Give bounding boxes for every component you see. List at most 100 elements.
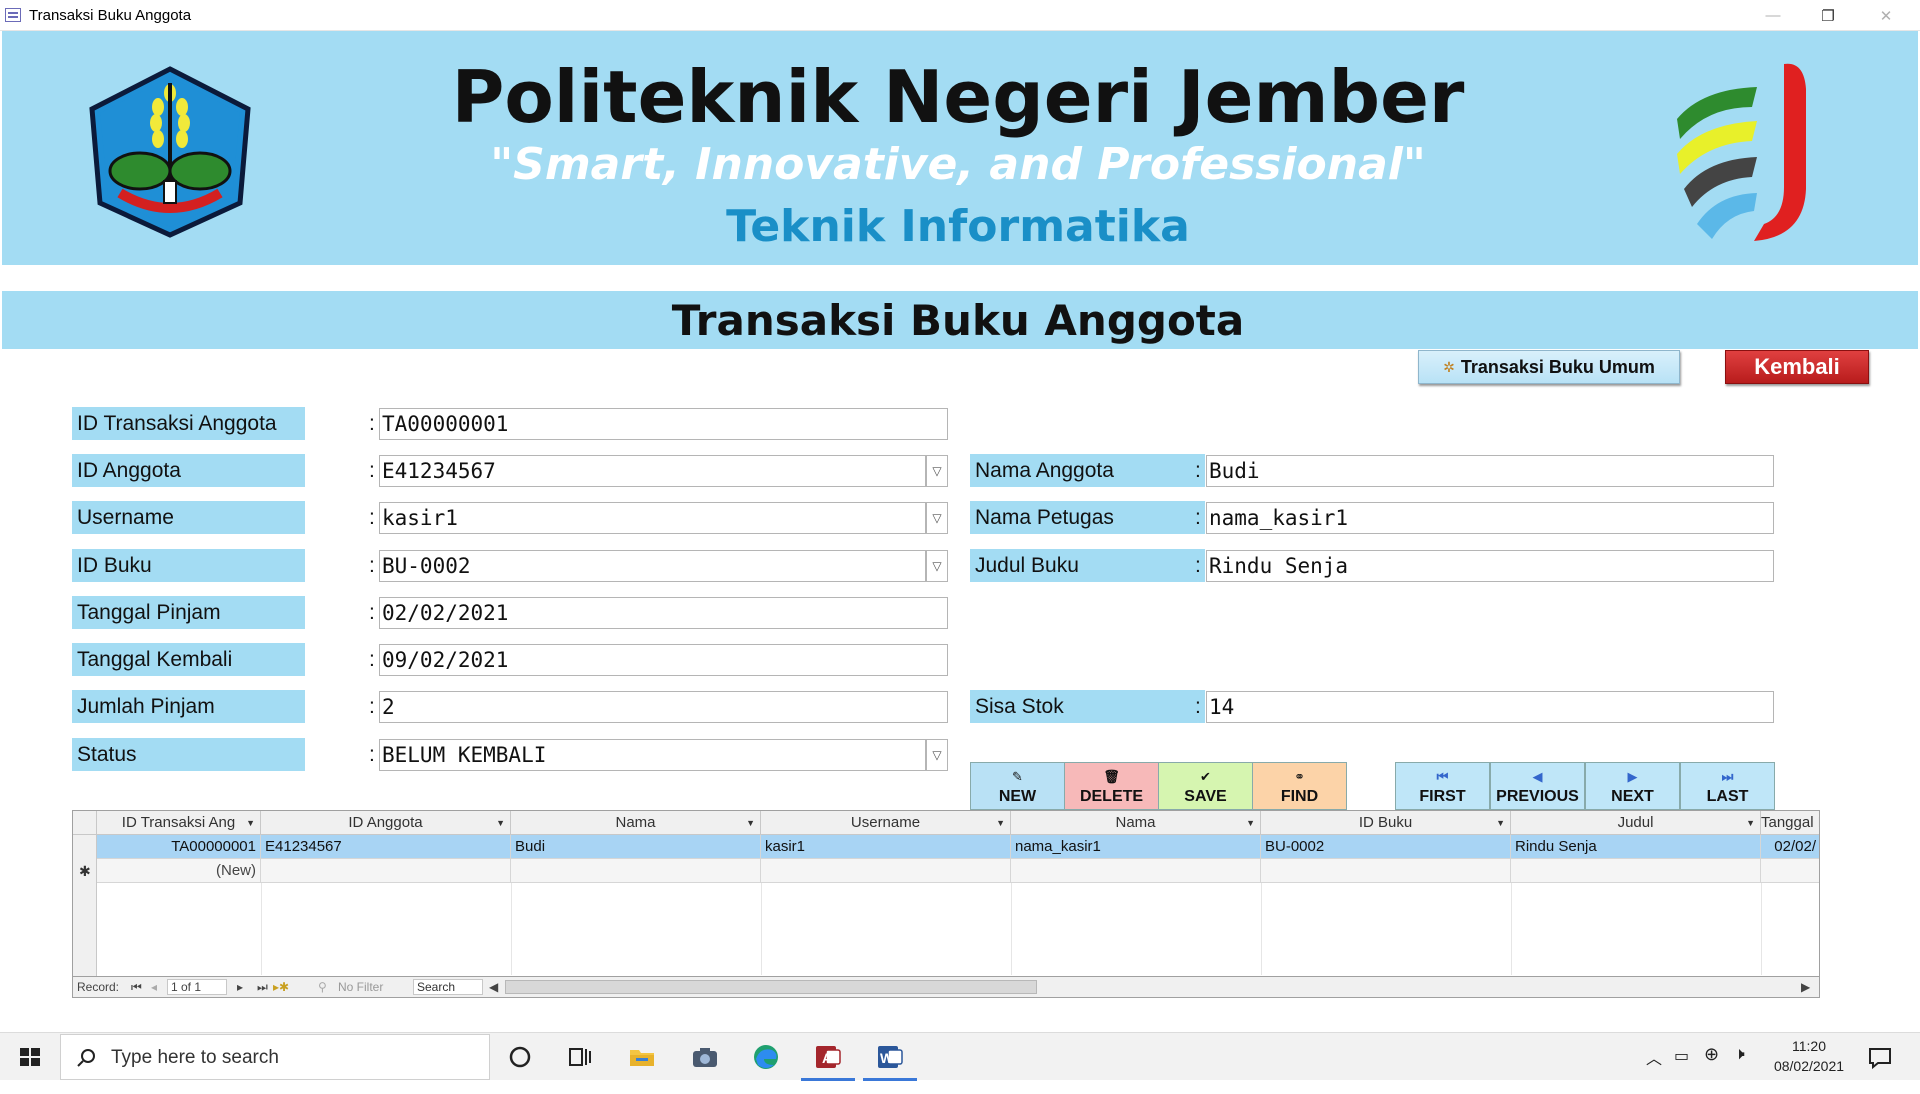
chevron-down-icon[interactable]: ▽	[926, 502, 948, 534]
show-hidden-icons-chevron-icon[interactable]: ︿	[1646, 1045, 1662, 1093]
windows-start-icon[interactable]	[14, 1041, 46, 1073]
id-anggota-combobox[interactable]: E41234567	[379, 455, 926, 487]
first-record-button[interactable]: ⏮ FIRST	[1395, 762, 1490, 810]
volume-icon[interactable]: 🕨	[1734, 1044, 1745, 1092]
transaction-datasheet[interactable]: ID Transaksi Ang ▼ ID Anggota ▼ Nama ▼ User…	[72, 810, 1820, 998]
column-header[interactable]: Username ▼	[761, 811, 1011, 835]
save-button[interactable]: ✔ SAVE	[1158, 762, 1253, 810]
new-record-icon[interactable]: ▸✱	[273, 980, 289, 994]
tanggal-pinjam-input[interactable]: 02/02/2021	[379, 597, 948, 629]
next-record-button[interactable]: ▶ NEXT	[1585, 762, 1680, 810]
table-cell[interactable]	[1011, 859, 1261, 883]
judul-buku-output[interactable]: Rindu Senja	[1206, 550, 1774, 582]
chevron-down-icon[interactable]: ▽	[926, 550, 948, 582]
last-record-button[interactable]: ⏭ LAST	[1680, 762, 1775, 810]
previous-record-icon[interactable]: ◂	[151, 980, 157, 994]
page-title: Transaksi Buku Anggota	[671, 296, 1245, 345]
chevron-down-icon[interactable]: ▼	[1496, 811, 1505, 835]
column-header[interactable]: ID Buku ▼	[1261, 811, 1511, 835]
next-icon: ▶	[1627, 769, 1638, 784]
scroll-right-icon[interactable]: ▶	[1801, 980, 1810, 994]
table-cell[interactable]	[1261, 859, 1511, 883]
select-all-corner[interactable]	[73, 811, 97, 835]
kembali-button[interactable]: Kembali	[1725, 350, 1869, 384]
file-explorer-icon[interactable]	[626, 1041, 658, 1073]
table-cell[interactable]	[511, 859, 761, 883]
current-record-input[interactable]: 1 of 1	[167, 979, 227, 995]
table-cell[interactable]	[1761, 859, 1819, 883]
chevron-down-icon[interactable]: ▽	[926, 739, 948, 771]
table-cell[interactable]: Budi	[511, 835, 761, 859]
chevron-down-icon[interactable]: ▽	[926, 455, 948, 487]
next-record-icon[interactable]: ▸	[237, 980, 243, 994]
table-cell[interactable]	[1511, 859, 1761, 883]
access-app-icon[interactable]: A	[812, 1041, 844, 1073]
last-record-icon[interactable]: ⏭	[257, 980, 268, 995]
binoculars-icon: ⚭	[1294, 769, 1305, 784]
transaksi-buku-umum-button[interactable]: ✲ Transaksi Buku Umum	[1418, 350, 1680, 384]
network-globe-icon[interactable]: ⊕	[1704, 1044, 1719, 1092]
nama-petugas-output[interactable]: nama_kasir1	[1206, 502, 1774, 534]
previous-record-button[interactable]: ◀ PREVIOUS	[1490, 762, 1585, 810]
table-cell[interactable]: TA00000001	[97, 835, 261, 859]
chevron-down-icon[interactable]: ▼	[1246, 811, 1255, 835]
clock[interactable]: 11:20 08/02/2021	[1764, 1033, 1854, 1081]
scroll-left-icon[interactable]: ◀	[489, 980, 498, 994]
chevron-down-icon[interactable]: ▼	[746, 811, 755, 835]
delete-label: DELETE	[1079, 788, 1144, 805]
nama-anggota-output[interactable]: Budi	[1206, 455, 1774, 487]
table-cell[interactable]: 02/02/	[1761, 835, 1819, 859]
camera-icon[interactable]	[689, 1041, 721, 1073]
table-cell[interactable]: BU-0002	[1261, 835, 1511, 859]
first-record-icon[interactable]: ⏮	[131, 980, 142, 995]
delete-button[interactable]: 🗑 DELETE	[1064, 762, 1159, 810]
cortana-icon[interactable]	[504, 1041, 536, 1073]
table-row[interactable]: TA00000001 E41234567 Budi kasir1 nama_ka…	[97, 835, 1819, 859]
id-transaksi-anggota-input[interactable]: TA00000001	[379, 408, 948, 440]
horizontal-scrollbar-thumb[interactable]	[505, 980, 1037, 994]
chevron-down-icon[interactable]: ▼	[996, 811, 1005, 835]
filter-status[interactable]: No Filter	[338, 980, 383, 994]
notification-center-icon[interactable]	[1864, 1041, 1896, 1073]
column-header[interactable]: ID Anggota ▼	[261, 811, 511, 835]
svg-text:W: W	[880, 1050, 894, 1066]
restore-button[interactable]: ❐	[1800, 0, 1856, 31]
clock-time: 11:20	[1792, 1038, 1826, 1054]
table-cell[interactable]	[261, 859, 511, 883]
field-colon: :	[369, 648, 375, 671]
column-header[interactable]: Nama ▼	[1011, 811, 1261, 835]
search-input[interactable]: Search	[413, 979, 483, 995]
column-header[interactable]: ID Transaksi Ang ▼	[97, 811, 261, 835]
tanggal-kembali-input[interactable]: 09/02/2021	[379, 644, 948, 676]
id-buku-combobox[interactable]: BU-0002	[379, 550, 926, 582]
column-header[interactable]: Tanggal Pir	[1761, 811, 1819, 835]
table-cell[interactable]: E41234567	[261, 835, 511, 859]
new-record-row[interactable]: (New)	[97, 859, 1819, 883]
table-cell[interactable]	[761, 859, 1011, 883]
battery-icon[interactable]: ▭	[1674, 1046, 1689, 1094]
table-cell[interactable]: Rindu Senja	[1511, 835, 1761, 859]
table-cell[interactable]: (New)	[97, 859, 261, 883]
chevron-down-icon[interactable]: ▼	[1746, 811, 1755, 835]
task-view-icon[interactable]	[564, 1041, 596, 1073]
close-button[interactable]: ✕	[1858, 0, 1914, 31]
column-header[interactable]: Judul ▼	[1511, 811, 1761, 835]
jumlah-pinjam-input[interactable]: 2	[379, 691, 948, 723]
column-header[interactable]: Nama ▼	[511, 811, 761, 835]
find-button[interactable]: ⚭ FIND	[1252, 762, 1347, 810]
chevron-down-icon[interactable]: ▼	[496, 811, 505, 835]
chevron-down-icon[interactable]: ▼	[246, 811, 255, 835]
new-button[interactable]: ✎ NEW	[970, 762, 1065, 810]
minimize-button[interactable]: —	[1745, 0, 1801, 31]
record-selector-column[interactable]	[73, 835, 97, 997]
edge-browser-icon[interactable]	[750, 1041, 782, 1073]
field-colon: :	[369, 695, 375, 718]
taskbar-search[interactable]: Type here to search	[60, 1034, 490, 1080]
status-combobox[interactable]: BELUM KEMBALI	[379, 739, 926, 771]
table-cell[interactable]: nama_kasir1	[1011, 835, 1261, 859]
field-colon: :	[369, 743, 375, 766]
word-app-icon[interactable]: W	[874, 1041, 906, 1073]
username-combobox[interactable]: kasir1	[379, 502, 926, 534]
table-cell[interactable]: kasir1	[761, 835, 1011, 859]
sisa-stok-output[interactable]: 14	[1206, 691, 1774, 723]
